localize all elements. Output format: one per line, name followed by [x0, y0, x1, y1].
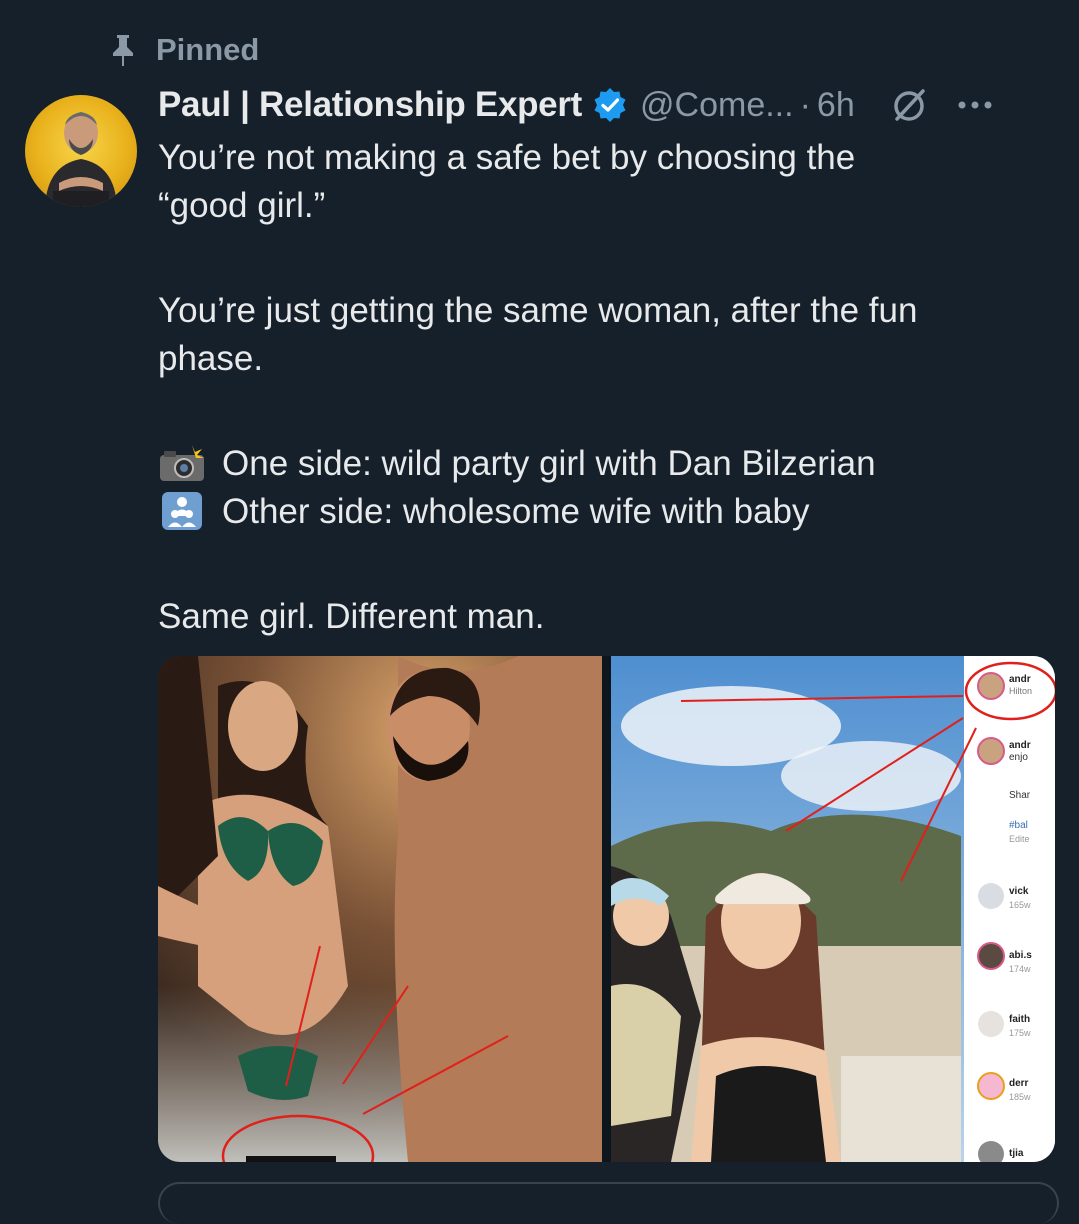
tweet-line: You’re not making a safe bet by choosing…: [158, 138, 856, 177]
camera-flash-icon: [158, 443, 206, 483]
tweet-header: Paul | Relationship Expert @Come... · 6h: [158, 80, 1049, 130]
sidebar-name: andr: [1009, 740, 1031, 751]
sidebar-name: Shar: [1009, 790, 1031, 801]
tweet-bullet: Other side: wholesome wife with baby: [158, 488, 1048, 536]
sidebar-name: vick: [1009, 886, 1029, 897]
author-handle[interactable]: @Come...: [640, 86, 794, 125]
pin-icon: [108, 33, 138, 67]
beach-photo[interactable]: andr Hilton andr enjo Shar #bal Edite vi…: [611, 656, 1055, 1162]
sidebar-name: #bal: [1009, 820, 1028, 831]
sidebar-name: tjia: [1009, 1148, 1024, 1159]
tweet-bullet: One side: wild party girl with Dan Bilze…: [158, 440, 1048, 488]
tweet-line: “good girl.”: [158, 186, 326, 225]
sidebar-sub: 165w: [1009, 900, 1031, 910]
sidebar-name: derr: [1009, 1078, 1029, 1089]
sidebar-sub: 175w: [1009, 1028, 1031, 1038]
sidebar-sub: Hilton: [1009, 686, 1032, 696]
separator-dot: ·: [799, 85, 811, 124]
sidebar-name: abi.s: [1009, 950, 1032, 961]
timestamp[interactable]: 6h: [817, 86, 855, 125]
tweet-line: phase.: [158, 339, 264, 378]
tweet-text: You’re not making a safe bet by choosing…: [158, 134, 1048, 641]
avatar[interactable]: [25, 95, 137, 207]
tweet-media[interactable]: andr Hilton andr enjo Shar #bal Edite vi…: [158, 656, 1055, 1162]
bullet-text: Other side: wholesome wife with baby: [222, 492, 810, 531]
sidebar-sub: Edite: [1009, 834, 1030, 844]
sidebar-sub: 185w: [1009, 1092, 1031, 1102]
bullet-text: One side: wild party girl with Dan Bilze…: [222, 444, 876, 483]
pinned-indicator: Pinned: [108, 30, 259, 70]
sidebar-name: faith: [1009, 1014, 1030, 1025]
tweet-line: Same girl. Different man.: [158, 597, 545, 636]
next-card-edge: [158, 1182, 1059, 1224]
grok-icon[interactable]: [889, 85, 929, 125]
verified-badge-icon: [592, 87, 628, 123]
party-photo[interactable]: [158, 656, 602, 1162]
tweet-line: You’re just getting the same woman, afte…: [158, 291, 918, 330]
sidebar-name: andr: [1009, 674, 1031, 685]
pinned-label: Pinned: [156, 32, 260, 67]
author-name[interactable]: Paul | Relationship Expert: [158, 85, 582, 125]
sidebar-sub: enjo: [1009, 752, 1028, 763]
family-icon: [158, 491, 206, 531]
more-options-icon[interactable]: [955, 95, 995, 115]
sidebar-sub: 174w: [1009, 964, 1031, 974]
